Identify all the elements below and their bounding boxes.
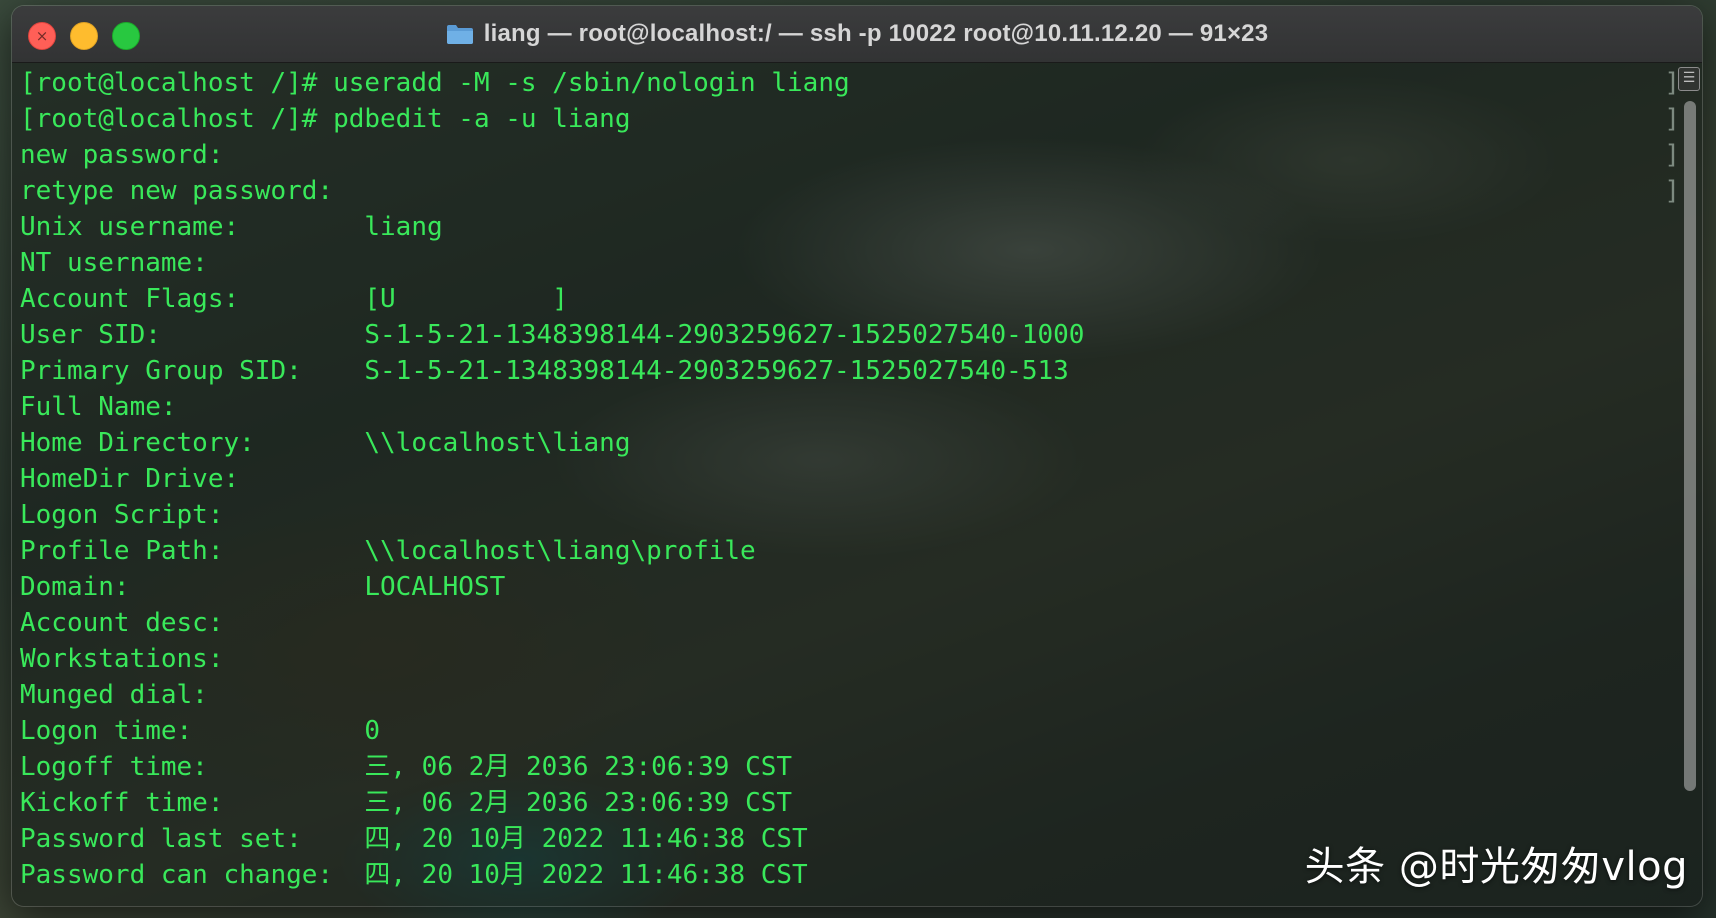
marks-toggle-button[interactable]: ☰ (1678, 67, 1700, 91)
terminal-line: [root@localhost /]# useradd -M -s /sbin/… (20, 68, 850, 98)
terminal-line: Home Directory: \\localhost\liang (20, 428, 631, 458)
terminal-line: Unix username: liang (20, 212, 443, 242)
terminal-line: [root@localhost /]# pdbedit -a -u liang (20, 104, 631, 134)
terminal-line: Munged dial: (20, 680, 208, 710)
vertical-scrollbar[interactable] (1684, 101, 1696, 791)
terminal-line: Primary Group SID: S-1-5-21-1348398144-2… (20, 356, 1069, 386)
minimize-button[interactable] (70, 22, 98, 50)
terminal-line: Profile Path: \\localhost\liang\profile (20, 536, 756, 566)
terminal-window: × liang — root@localhost:/ — ssh -p 1002… (12, 6, 1702, 906)
terminal-line: Logoff time: 三, 06 2月 2036 23:06:39 CST (20, 752, 793, 782)
close-icon: × (35, 26, 49, 45)
window-title-group: liang — root@localhost:/ — ssh -p 10022 … (446, 20, 1269, 48)
line-marker: ] (1664, 176, 1680, 206)
line-marker: ] (1664, 140, 1680, 170)
terminal-line: NT username: (20, 248, 208, 278)
watermark: 头条 @时光匆匆vlog (1304, 844, 1688, 890)
terminal-content[interactable]: [root@localhost /]# useradd -M -s /sbin/… (12, 63, 1702, 906)
terminal-line: HomeDir Drive: (20, 464, 240, 494)
terminal-line: retype new password: (20, 176, 334, 206)
terminal-line: Account desc: (20, 608, 224, 638)
terminal-line: Account Flags: [U ] (20, 284, 568, 314)
terminal-line: Domain: LOCALHOST (20, 572, 506, 602)
title-bar: × liang — root@localhost:/ — ssh -p 1002… (12, 6, 1702, 63)
terminal-line: Workstations: (20, 644, 224, 674)
list-icon: ☰ (1682, 70, 1696, 86)
close-button[interactable]: × (28, 22, 56, 50)
terminal-line: Logon time: 0 (20, 716, 381, 746)
folder-icon (446, 23, 474, 45)
terminal-line: Logon Script: (20, 500, 224, 530)
terminal-output[interactable]: [root@localhost /]# useradd -M -s /sbin/… (20, 63, 1650, 893)
window-title: liang — root@localhost:/ — ssh -p 10022 … (483, 20, 1269, 47)
line-marker: ] (1664, 104, 1680, 134)
terminal-line: Full Name: (20, 392, 177, 422)
terminal-line: User SID: S-1-5-21-1348398144-2903259627… (20, 320, 1085, 350)
terminal-line: Kickoff time: 三, 06 2月 2036 23:06:39 CST (20, 788, 793, 818)
window-controls: × (28, 22, 140, 50)
terminal-line: new password: (20, 140, 224, 170)
zoom-button[interactable] (112, 22, 140, 50)
